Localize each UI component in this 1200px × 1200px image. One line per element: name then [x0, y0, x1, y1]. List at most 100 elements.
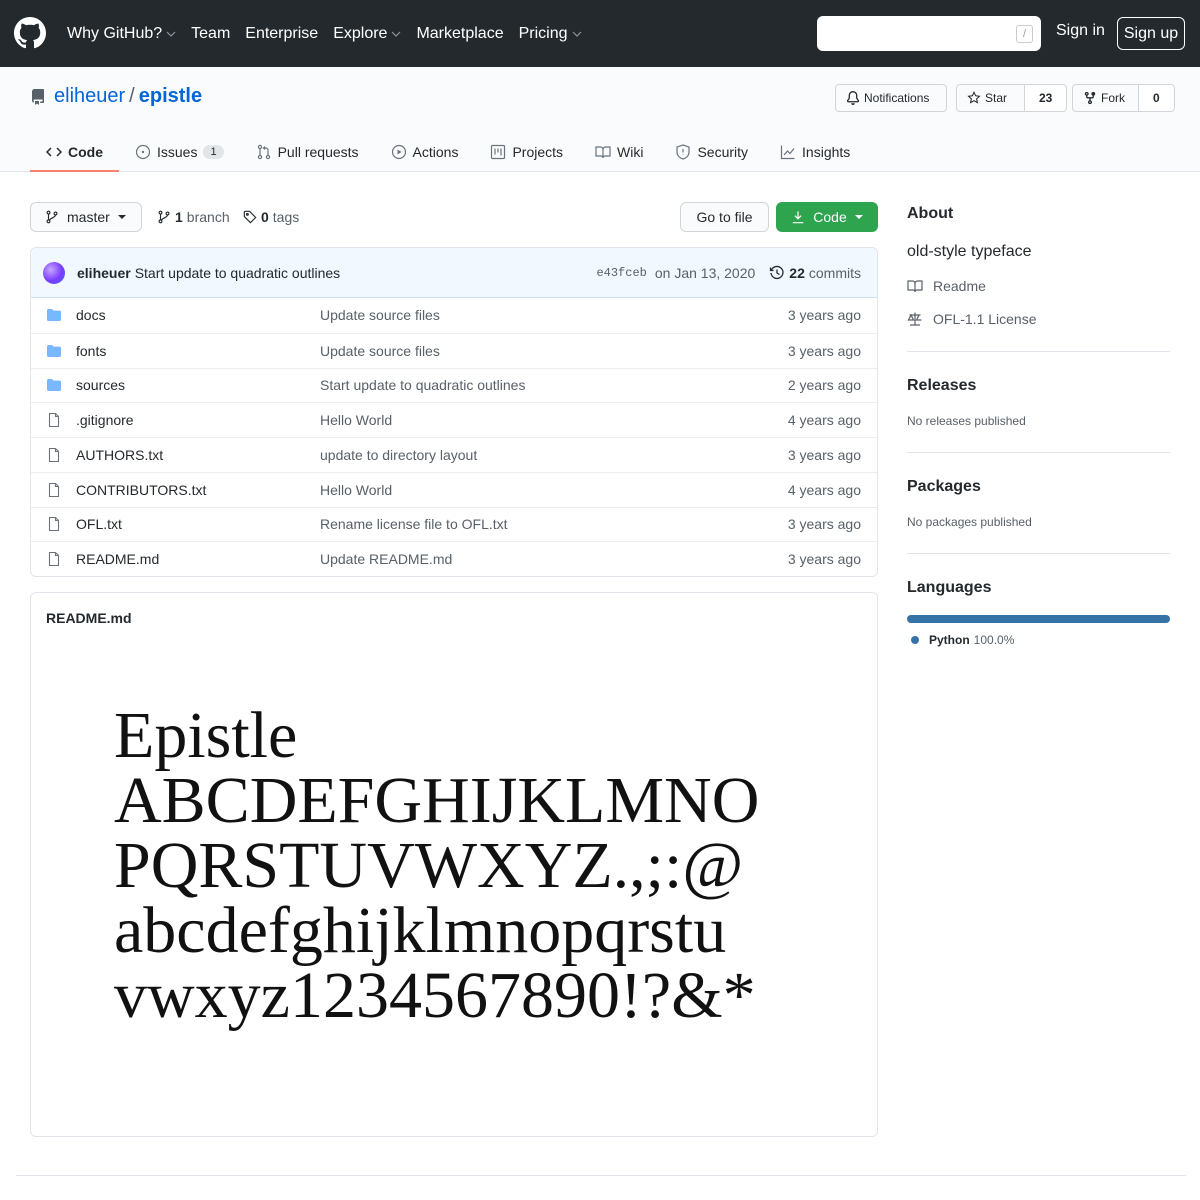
graph-icon [780, 145, 795, 160]
readme-title[interactable]: README.md [46, 610, 132, 626]
specimen-line: PQRSTUVWXYZ.,;:@ [114, 829, 744, 902]
tab-actions[interactable]: Actions [375, 132, 475, 172]
law-icon [907, 312, 922, 326]
file-name-link[interactable]: sources [76, 377, 125, 393]
tab-pull-requests[interactable]: Pull requests [240, 132, 375, 172]
repo-owner-link[interactable]: eliheuer [54, 85, 125, 108]
search-input[interactable]: / [817, 16, 1041, 51]
language-item[interactable]: Python 100.0% [907, 633, 1170, 647]
commit-date: on Jan 13, 2020 [654, 265, 756, 281]
file-name-link[interactable]: AUTHORS.txt [76, 447, 163, 463]
github-logo-icon[interactable] [14, 17, 46, 49]
file-commit-message-link[interactable]: Update source files [320, 343, 440, 359]
nav-marketplace[interactable]: Marketplace [416, 25, 503, 43]
repo-header: eliheuer / epistle Notifications Star 23… [0, 67, 1200, 172]
branches-link[interactable]: 1 branch [157, 209, 230, 225]
commit-word: commits [808, 265, 861, 281]
star-label: Star [985, 91, 1008, 105]
nav-pricing[interactable]: Pricing [519, 25, 582, 43]
commit-count: 22 [789, 265, 805, 281]
readme-link[interactable]: Readme [907, 278, 1170, 294]
specimen-line: vwxyz1234567890!?&* [114, 959, 756, 1032]
tags-link[interactable]: 0 tags [243, 209, 299, 225]
file-commit-message-link[interactable]: update to directory layout [320, 447, 477, 463]
specimen-line: Epistle [114, 699, 298, 772]
language-color-dot [911, 636, 919, 644]
star-button[interactable]: Star [956, 84, 1025, 112]
nav-label: Enterprise [245, 24, 319, 42]
commit-message-link[interactable]: Start update to quadratic outlines [135, 265, 340, 281]
commits-history-link[interactable]: 22 commits [769, 265, 861, 281]
fork-count[interactable]: 0 [1139, 84, 1175, 112]
commit-sha-link[interactable]: e43fceb [596, 266, 646, 280]
sign-up-button[interactable]: Sign up [1117, 17, 1185, 50]
file-row[interactable]: AUTHORS.txt update to directory layout 3 y… [31, 437, 877, 472]
file-icon [48, 552, 60, 567]
file-age: 3 years ago [787, 446, 861, 463]
repo-name-link[interactable]: epistle [139, 85, 202, 108]
file-commit-message-link[interactable]: Rename license file to OFL.txt [320, 516, 508, 532]
file-commit-message-link[interactable]: Update README.md [320, 551, 452, 567]
file-row[interactable]: .gitignore Hello World 4 years ago [31, 402, 877, 437]
file-row[interactable]: sources Start update to quadratic outline… [31, 367, 877, 403]
file-row[interactable]: CONTRIBUTORS.txt Hello World 4 years ago [31, 471, 877, 507]
file-icon [48, 413, 60, 428]
repo-icon [31, 88, 44, 105]
file-name-link[interactable]: README.md [76, 551, 159, 567]
tab-label: Pull requests [277, 144, 359, 160]
nav-label: Pricing [518, 24, 568, 42]
nav-label: Team [191, 24, 231, 42]
commit-author-link[interactable]: eliheuer [77, 265, 131, 281]
tab-insights[interactable]: Insights [764, 132, 866, 172]
sign-in-link[interactable]: Sign in [1056, 22, 1105, 40]
fork-button[interactable]: Fork [1072, 84, 1139, 112]
tab-code[interactable]: Code [30, 132, 119, 172]
language-bar [907, 615, 1170, 623]
book-icon [907, 280, 923, 293]
file-name-link[interactable]: docs [76, 307, 106, 323]
tab-security[interactable]: Security [659, 132, 764, 172]
chevron-down-icon [392, 31, 401, 37]
issue-icon [135, 144, 151, 160]
typeface-specimen: Epistle ABCDEFGHIJKLMNO PQRSTUVWXYZ.,;:@… [114, 699, 759, 1032]
file-commit-message-link[interactable]: Hello World [320, 482, 392, 498]
file-name-link[interactable]: OFL.txt [76, 516, 122, 532]
code-download-button[interactable]: Code [776, 202, 878, 232]
tab-projects[interactable]: Projects [474, 132, 579, 172]
file-commit-message-link[interactable]: Start update to quadratic outlines [320, 377, 525, 393]
nav-why-github[interactable]: Why GitHub? [67, 25, 176, 43]
go-to-file-button[interactable]: Go to file [680, 202, 769, 232]
file-name-link[interactable]: CONTRIBUTORS.txt [76, 482, 206, 498]
branch-icon [46, 210, 58, 224]
nav-label: Why GitHub? [67, 24, 163, 42]
nav-explore[interactable]: Explore [333, 25, 401, 43]
file-commit-message-link[interactable]: Update source files [320, 307, 440, 323]
releases-empty-text: No releases published [907, 414, 1026, 428]
packages-heading[interactable]: Packages [907, 478, 1170, 496]
star-count[interactable]: 23 [1025, 84, 1068, 112]
tab-issues[interactable]: Issues 1 [119, 132, 240, 172]
file-name-link[interactable]: fonts [76, 343, 106, 359]
file-row[interactable]: README.md Update README.md 3 years ago [31, 541, 877, 576]
file-name-link[interactable]: .gitignore [76, 412, 134, 428]
tab-wiki[interactable]: Wiki [579, 132, 659, 172]
readme-link-label: Readme [933, 278, 986, 294]
specimen-line: abcdefghijklmnopqrstu [114, 894, 727, 967]
file-row[interactable]: OFL.txt Rename license file to OFL.txt 3 y… [31, 506, 877, 542]
file-row[interactable]: fonts Update source files 3 years ago [31, 332, 877, 368]
tab-label: Issues [157, 144, 198, 160]
footer-divider [16, 1175, 1186, 1176]
avatar[interactable] [43, 261, 65, 284]
branch-select-button[interactable]: master [30, 202, 142, 232]
nav-team[interactable]: Team [191, 25, 230, 43]
releases-heading[interactable]: Releases [907, 377, 1170, 395]
repo-path-separator: / [129, 85, 135, 107]
notifications-button[interactable]: Notifications [835, 84, 947, 112]
file-row[interactable]: docs Update source files 3 years ago [31, 298, 877, 333]
file-commit-message-link[interactable]: Hello World [320, 412, 392, 428]
language-name: Python [929, 633, 970, 647]
nav-enterprise[interactable]: Enterprise [245, 25, 318, 43]
nav-label: Explore [333, 24, 388, 42]
tag-word: tags [272, 209, 300, 225]
license-link[interactable]: OFL-1.1 License [907, 311, 1170, 327]
